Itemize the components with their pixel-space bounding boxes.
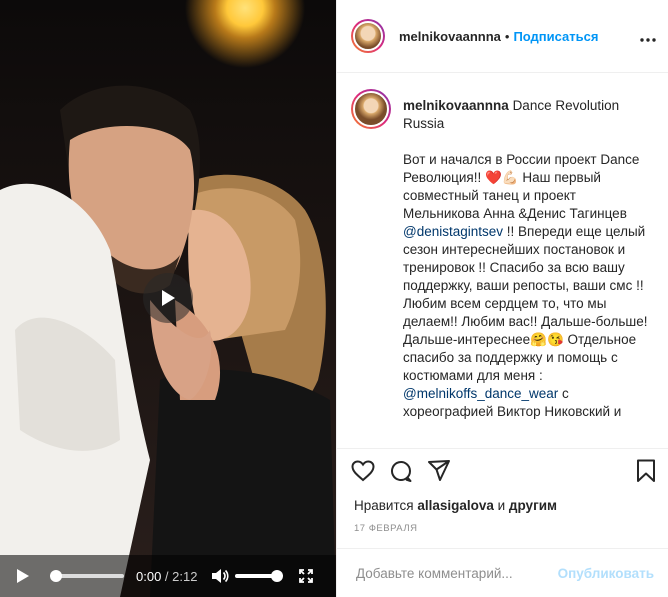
post-side-panel: melnikovaannna • Подписаться melnikovaan… xyxy=(336,0,668,597)
caption-text-part2: !! Впереди еще целый сезон интереснейших… xyxy=(403,224,652,383)
play-icon xyxy=(17,569,29,583)
likes-line: Нравится allasigalova и другим xyxy=(337,488,668,513)
post-header: melnikovaannna • Подписаться xyxy=(337,0,668,73)
volume-icon xyxy=(212,569,230,583)
time-display: 0:00 / 2:12 xyxy=(136,569,197,584)
seek-bar[interactable] xyxy=(50,570,124,582)
likes-others[interactable]: другим xyxy=(509,498,557,513)
instagram-post-modal: 0:00 / 2:12 melnikovaannna • Подписаться… xyxy=(0,0,668,597)
video-player[interactable]: 0:00 / 2:12 xyxy=(0,0,336,597)
header-username[interactable]: melnikovaannna xyxy=(399,29,501,44)
heart-icon[interactable] xyxy=(351,460,375,487)
caption-area: melnikovaannna Dance Revolution Russia В… xyxy=(337,73,668,448)
post-date[interactable]: 17 ФЕВРАЛЯ xyxy=(337,513,668,534)
likes-prefix: Нравится xyxy=(354,498,418,513)
current-time: 0:00 xyxy=(136,568,162,584)
caption-text-part1: Вот и начался в России проект Dance Рево… xyxy=(403,152,644,221)
share-icon[interactable] xyxy=(427,459,451,488)
bookmark-icon[interactable] xyxy=(636,459,656,488)
fullscreen-button[interactable] xyxy=(299,569,314,583)
volume-handle[interactable] xyxy=(271,570,284,582)
time-separator: / xyxy=(161,568,173,584)
comment-form: Опубликовать xyxy=(337,548,668,597)
likes-user[interactable]: allasigalova xyxy=(417,498,494,513)
action-icons-row xyxy=(337,449,668,488)
video-controls: 0:00 / 2:12 xyxy=(0,555,336,597)
play-overlay-button[interactable] xyxy=(143,273,193,323)
fullscreen-icon xyxy=(299,569,314,583)
mention-link[interactable]: @denistagintsev xyxy=(403,224,503,239)
follow-button[interactable]: Подписаться xyxy=(513,29,598,44)
play-icon xyxy=(162,290,175,306)
likes-middle: и xyxy=(493,498,509,513)
caption-header: melnikovaannna Dance Revolution Russia xyxy=(337,73,668,133)
volume-slider[interactable] xyxy=(235,570,284,582)
play-button[interactable] xyxy=(16,568,30,584)
duration: 2:12 xyxy=(172,568,198,584)
avatar-image xyxy=(353,91,389,127)
more-options-icon[interactable] xyxy=(640,27,656,45)
mention-link[interactable]: @melnikoffs_dance_wear xyxy=(403,386,558,401)
caption-avatar[interactable] xyxy=(351,89,391,129)
post-actions: Нравится allasigalova и другим 17 ФЕВРАЛ… xyxy=(337,448,668,549)
seek-handle[interactable] xyxy=(50,570,62,582)
caption-title: melnikovaannna Dance Revolution Russia xyxy=(403,89,633,133)
comment-input[interactable] xyxy=(354,564,558,582)
post-comment-button[interactable]: Опубликовать xyxy=(558,566,654,581)
caption-username[interactable]: melnikovaannna xyxy=(403,98,509,113)
avatar-image xyxy=(353,21,383,51)
mute-button[interactable] xyxy=(211,568,230,584)
comment-icon[interactable] xyxy=(389,459,413,488)
separator-dot: • xyxy=(504,28,510,44)
avatar[interactable] xyxy=(351,19,385,53)
caption-text: Вот и начался в России проект Dance Рево… xyxy=(403,151,648,421)
